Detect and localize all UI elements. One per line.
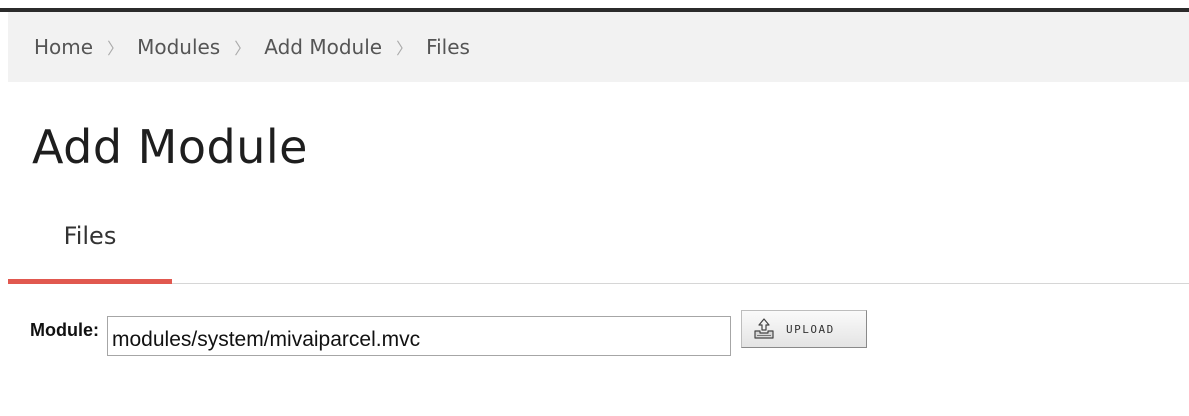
breadcrumb-add-module[interactable]: Add Module	[264, 35, 382, 59]
breadcrumb-files: Files	[426, 35, 470, 59]
module-upload-row: Module: UPLOAD	[30, 310, 867, 356]
breadcrumb-modules[interactable]: Modules	[137, 35, 220, 59]
page-title: Add Module	[32, 120, 308, 174]
tab-files-label: Files	[63, 222, 117, 250]
breadcrumb-home[interactable]: Home	[34, 35, 93, 59]
breadcrumb-separator: 〉	[396, 39, 413, 58]
breadcrumb-separator: 〉	[234, 39, 251, 58]
upload-icon	[752, 317, 776, 341]
upload-button-label: UPLOAD	[786, 322, 835, 336]
upload-button[interactable]: UPLOAD	[741, 310, 867, 348]
module-label: Module:	[30, 320, 99, 340]
tab-bar: Files	[8, 214, 1189, 286]
tab-files[interactable]: Files	[8, 214, 172, 284]
tab-bar-divider	[8, 283, 1189, 284]
breadcrumb: Home 〉 Modules 〉 Add Module 〉 Files	[8, 12, 1189, 82]
breadcrumb-separator: 〉	[107, 39, 124, 58]
module-path-input[interactable]	[107, 316, 731, 356]
